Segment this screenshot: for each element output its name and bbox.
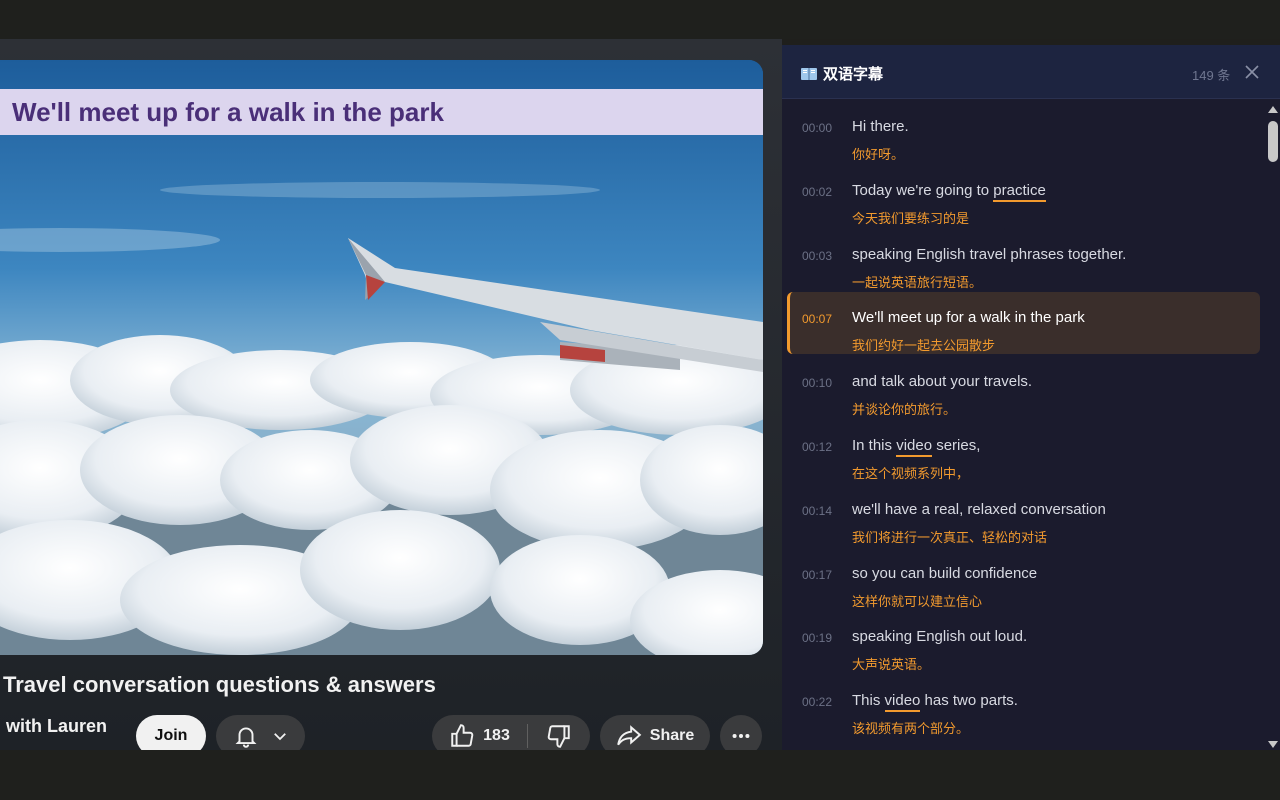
bell-icon bbox=[235, 727, 256, 748]
subtitle-english: speaking English out loud. bbox=[852, 628, 1028, 646]
subtitle-item[interactable]: 00:10 and talk about your travels. 并谈论你的旅行… bbox=[787, 356, 1260, 418]
subtitle-count: 149 条 bbox=[1192, 68, 1231, 83]
channel-name[interactable]: n with Lauren bbox=[0, 716, 107, 737]
subtitle-timestamp: 00:14 bbox=[802, 503, 833, 518]
highlighted-word[interactable]: video bbox=[884, 692, 921, 713]
thumbs-down-icon bbox=[547, 725, 570, 748]
book-icon bbox=[801, 67, 817, 80]
subtitle-timestamp: 00:00 bbox=[802, 121, 833, 135]
highlighted-word[interactable]: practice bbox=[993, 181, 1046, 202]
share-label: Share bbox=[649, 727, 695, 744]
video-player[interactable]: We'll meet up for a walk in the park bbox=[0, 60, 763, 655]
caption-text: We'll meet up for a walk in the park bbox=[12, 96, 444, 127]
subtitle-english: so you can build confidence bbox=[852, 564, 1038, 582]
subtitle-chinese: 我们将进行一次真正、轻松的对话 bbox=[852, 529, 1048, 545]
subtitle-list: 00:00 Hi there. 你好呀。 00:02 Today we're going… bbox=[782, 100, 1262, 750]
subtitle-english-text: has two parts. bbox=[920, 692, 1018, 710]
subtitle-english: and talk about your travels. bbox=[852, 373, 1033, 391]
panel-title: 双语字幕 bbox=[823, 66, 884, 83]
subtitle-item[interactable]: 00:03 speaking English travel phrases tog… bbox=[787, 229, 1260, 291]
subtitle-timestamp: 00:10 bbox=[802, 376, 833, 391]
subtitle-english: speaking English travel phrases together… bbox=[852, 245, 1127, 263]
subtitle-chinese: 一起说英语旅行短语。 bbox=[852, 274, 983, 290]
like-count: 183 bbox=[483, 727, 510, 744]
subtitle-english: This video has two parts. bbox=[852, 692, 1018, 713]
subtitle-item[interactable]: 00:14 we'll have a real, relaxed conversa… bbox=[787, 484, 1260, 546]
subtitle-item[interactable]: 00:22 This video has two parts. 该视频有两个部分。 bbox=[787, 675, 1260, 737]
video-title: Travel conversation questions & answers bbox=[3, 672, 436, 697]
close-icon[interactable] bbox=[1244, 64, 1260, 80]
video-page: We'll meet up for a walk in the park Tra… bbox=[0, 39, 782, 757]
subtitle-english: we'll have a real, relaxed conversation bbox=[852, 500, 1106, 518]
subtitle-english: In this video series, bbox=[852, 437, 981, 457]
subtitle-chinese: 我们约好一起去公园散步 bbox=[852, 338, 996, 354]
subtitle-english-text: This bbox=[852, 692, 885, 710]
subtitle-chinese: 大声说英语。 bbox=[852, 657, 931, 673]
thumbs-up-icon bbox=[451, 724, 474, 747]
subtitle-chinese: 今天我们要练习的是 bbox=[852, 210, 970, 226]
bilingual-subtitle-panel: 双语字幕 149 条 00:00 Hi there. 你好呀。 00:02 Today … bbox=[782, 45, 1280, 750]
scrollbar-thumb[interactable] bbox=[1268, 121, 1278, 162]
share-icon bbox=[616, 725, 642, 746]
subtitle-chinese: 在这个视频系列中， bbox=[852, 466, 970, 481]
subtitle-english: We'll meet up for a walk in the park bbox=[852, 309, 1085, 327]
subtitle-timestamp: 00:03 bbox=[802, 248, 833, 263]
subtitle-english-text: In this bbox=[852, 437, 897, 454]
subtitle-chinese: 该视频有两个部分。 bbox=[852, 721, 970, 737]
subtitle-english-text: series, bbox=[932, 437, 981, 454]
subtitle-timestamp: 00:22 bbox=[802, 695, 833, 710]
caption-overlay: We'll meet up for a walk in the park bbox=[0, 89, 763, 135]
subtitle-item[interactable]: 00:00 Hi there. 你好呀。 bbox=[787, 101, 1260, 163]
subtitle-chinese: 这样你就可以建立信心 bbox=[852, 593, 983, 609]
subtitle-item[interactable]: 00:17 so you can build confidence 这样你就可以建立… bbox=[787, 548, 1260, 610]
bottom-bar bbox=[0, 750, 1280, 800]
panel-header: 双语字幕 149 条 bbox=[782, 45, 1280, 99]
subtitle-item-active[interactable]: 00:07 We'll meet up for a walk in the par… bbox=[787, 292, 1260, 355]
panel-title-group: 双语字幕 bbox=[801, 63, 883, 84]
subtitle-chinese: 你好呀。 bbox=[852, 147, 905, 162]
scroll-down-arrow[interactable] bbox=[1268, 741, 1278, 748]
subtitle-timestamp: 00:12 bbox=[802, 440, 833, 454]
chevron-down-icon bbox=[273, 733, 286, 741]
subtitle-item[interactable]: 00:02 Today we're going to practice 今天我们要练… bbox=[787, 165, 1260, 227]
subtitle-timestamp: 00:17 bbox=[802, 567, 833, 582]
subtitle-item[interactable]: 00:19 speaking English out loud. 大声说英语。 bbox=[787, 611, 1260, 673]
subtitle-chinese: 并谈论你的旅行。 bbox=[852, 402, 957, 418]
top-bar bbox=[0, 0, 1280, 39]
scroll-up-arrow[interactable] bbox=[1268, 106, 1278, 113]
scrollbar[interactable] bbox=[1266, 102, 1280, 750]
highlighted-word[interactable]: video bbox=[896, 437, 933, 457]
subtitle-english: Hi there. bbox=[852, 118, 909, 135]
more-horizontal-icon bbox=[732, 733, 750, 739]
subtitle-english: Today we're going to practice bbox=[852, 181, 1046, 202]
subtitle-timestamp: 00:07 bbox=[802, 312, 833, 327]
subtitle-english-text: Today we're going to bbox=[852, 181, 994, 199]
subtitle-timestamp: 00:02 bbox=[802, 184, 833, 199]
video-frame bbox=[0, 60, 763, 655]
subtitle-item[interactable]: 00:12 In this video series, 在这个视频系列中， bbox=[787, 420, 1260, 482]
subtitle-timestamp: 00:19 bbox=[802, 631, 833, 646]
